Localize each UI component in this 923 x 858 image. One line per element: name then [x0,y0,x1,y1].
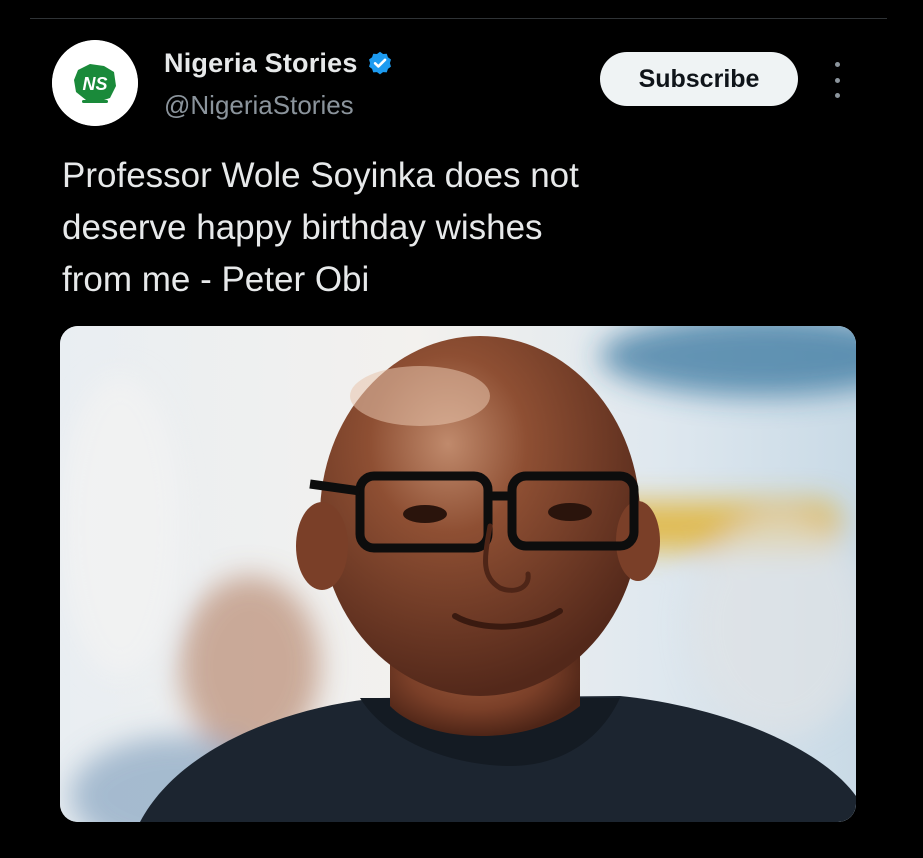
nigeria-stories-logo-icon: NS [52,40,138,126]
tweet-photo[interactable] [60,326,856,822]
account-display-name[interactable]: Nigeria Stories [164,48,358,79]
account-name-row[interactable]: Nigeria Stories [164,48,394,79]
account-avatar[interactable]: NS [52,40,138,126]
tweet-text-line: Professor Wole Soyinka does not [62,156,579,195]
verified-badge-icon [368,51,391,74]
account-handle[interactable]: @NigeriaStories [164,90,354,121]
timestamp-partial [62,846,442,858]
avatar-logo-text: NS [82,74,107,94]
more-options-icon[interactable] [826,62,848,98]
subscribe-button[interactable]: Subscribe [600,52,798,106]
portrait-photo [60,326,856,822]
divider [30,18,887,19]
tweet-text-line: deserve happy birthday wishes [62,208,543,247]
tweet-card: NS Nigeria Stories @NigeriaStories Subsc… [0,0,923,858]
tweet-text: Professor Wole Soyinka does not deserve … [62,150,742,306]
tweet-text-line: from me - Peter Obi [62,260,370,299]
